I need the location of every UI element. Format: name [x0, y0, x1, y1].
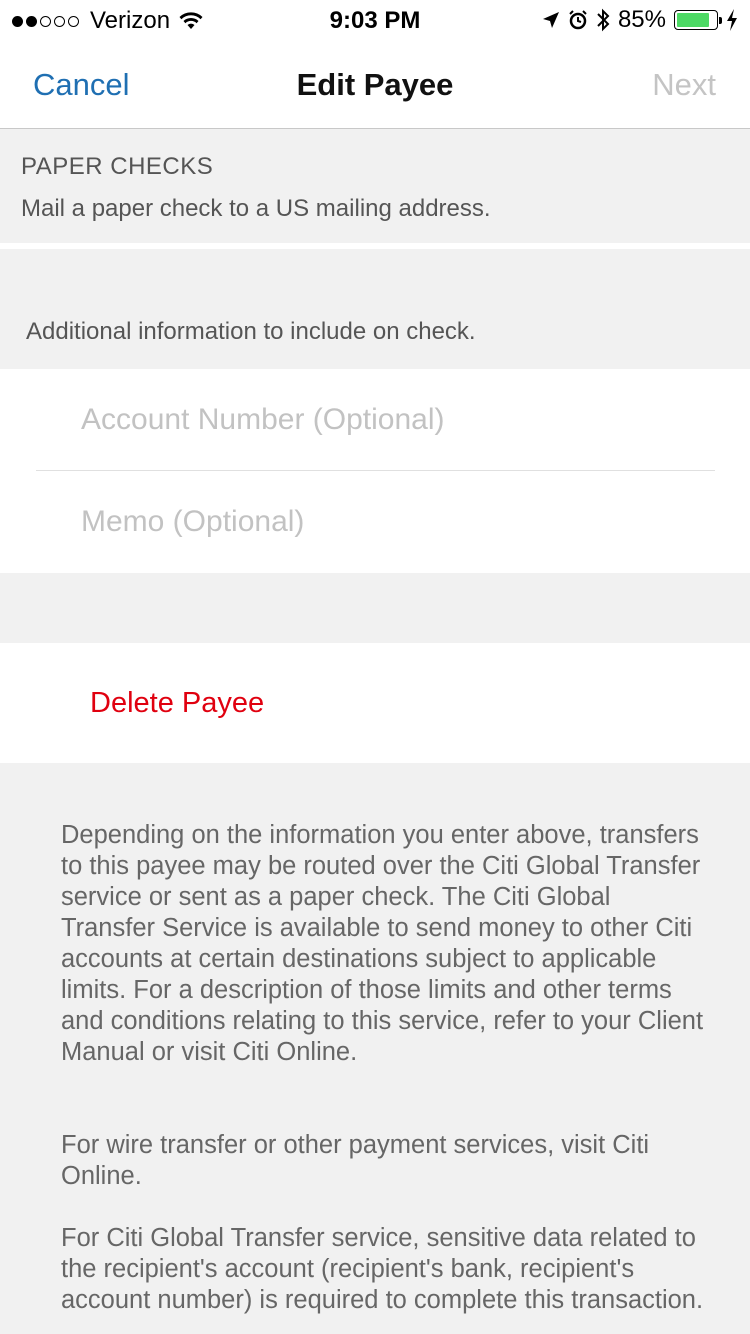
- account-number-input[interactable]: [81, 399, 681, 441]
- section-title: PAPER CHECKS: [21, 153, 214, 180]
- charging-bolt-icon: [727, 9, 737, 31]
- section-subtitle: Mail a paper check to a US mailing addre…: [21, 195, 491, 222]
- disclaimer: Depending on the information you enter a…: [0, 763, 750, 1334]
- account-number-row: [36, 369, 715, 471]
- location-arrow-icon: [542, 12, 559, 28]
- navigation-bar: Cancel Edit Payee Next: [0, 40, 750, 129]
- next-button[interactable]: Next: [652, 67, 716, 103]
- delete-payee-button[interactable]: Delete Payee: [0, 643, 750, 763]
- bluetooth-icon: [597, 8, 610, 32]
- check-info-form: [0, 369, 750, 573]
- alarm-icon: [569, 10, 587, 30]
- disclaimer-paragraph: For wire transfer or other payment servi…: [61, 1131, 650, 1190]
- battery-fill: [677, 13, 710, 27]
- memo-input[interactable]: [81, 501, 681, 543]
- disclaimer-paragraph: For Citi Global Transfer service, sensit…: [61, 1224, 704, 1314]
- disclaimer-paragraph: Depending on the information you enter a…: [61, 821, 704, 1066]
- battery-cap: [719, 17, 722, 24]
- memo-row: [36, 471, 715, 573]
- delete-payee-label: Delete Payee: [90, 687, 265, 719]
- battery-icon: [674, 10, 722, 30]
- info-block: Additional information to include on che…: [0, 249, 750, 369]
- payment-method-header: PAPER CHECKS Mail a paper check to a US …: [0, 129, 750, 243]
- status-right: 85%: [534, 6, 738, 34]
- status-bar: Verizon 9:03 PM 85%: [0, 0, 750, 40]
- info-text: Additional information to include on che…: [26, 318, 476, 345]
- section-gap: [0, 573, 750, 643]
- battery-percent: 85%: [617, 6, 666, 33]
- page-title: Edit Payee: [296, 67, 454, 102]
